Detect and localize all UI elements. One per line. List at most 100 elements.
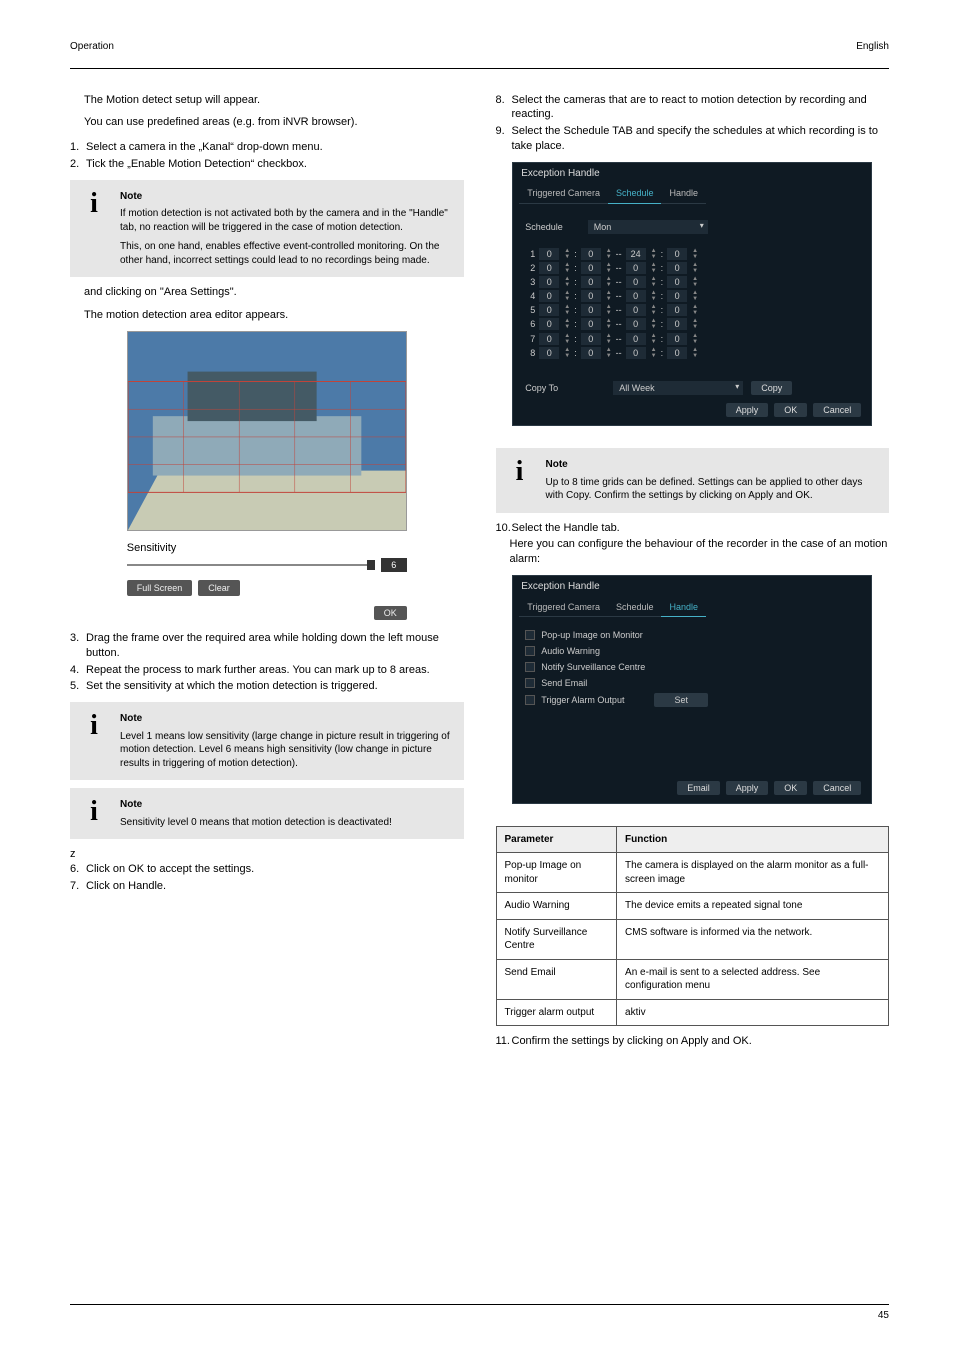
- sensitivity-label: Sensitivity: [127, 541, 407, 556]
- checkbox-audio[interactable]: [525, 646, 535, 656]
- chevron-down-icon: ▾: [735, 382, 739, 393]
- step1-num: 1.: [70, 140, 80, 155]
- note-2: i Note Level 1 means low sensitivity (la…: [70, 702, 464, 780]
- checkbox-notify[interactable]: [525, 662, 535, 672]
- info-icon: i: [82, 712, 106, 740]
- dlg2-tab-schedule[interactable]: Schedule: [608, 598, 662, 617]
- opt-audio: Audio Warning: [541, 645, 600, 657]
- left-column: The Motion detect setup will appear. You…: [70, 93, 464, 1052]
- note-4: i Note Up to 8 time grids can be defined…: [496, 448, 890, 513]
- note2-text: Level 1 means low sensitivity (large cha…: [120, 730, 452, 771]
- note3-label: Note: [120, 798, 452, 812]
- header-left: Operation: [70, 40, 114, 54]
- checkbox-email[interactable]: [525, 678, 535, 688]
- th-function: Function: [617, 826, 889, 853]
- table-row: Pop-up Image on monitorThe camera is dis…: [496, 853, 889, 893]
- dlg1-tab-triggered[interactable]: Triggered Camera: [519, 184, 608, 203]
- table-row: Trigger alarm outputaktiv: [496, 999, 889, 1026]
- note4-label: Note: [546, 458, 878, 472]
- function-table: Parameter Function Pop-up Image on monit…: [496, 826, 890, 1027]
- info-icon: i: [82, 190, 106, 218]
- intro-line-2: You can use predefined areas (e.g. from …: [84, 115, 464, 130]
- note1-text2: This, on one hand, enables effective eve…: [120, 240, 452, 267]
- info-icon: i: [508, 458, 532, 486]
- step7-text: Click on Handle.: [86, 879, 464, 894]
- info-icon: i: [82, 798, 106, 826]
- dlg1-tab-handle[interactable]: Handle: [661, 184, 706, 203]
- dlg1-title: Exception Handle: [513, 163, 871, 185]
- handle-intro: Here you can configure the behaviour of …: [510, 537, 890, 567]
- note2-label: Note: [120, 712, 452, 726]
- step9-num: 9.: [496, 124, 506, 139]
- dlg2-ok-button[interactable]: OK: [774, 781, 807, 795]
- step11-num: 11.: [496, 1034, 506, 1049]
- dlg2-email-button[interactable]: Email: [677, 781, 720, 795]
- copy-button[interactable]: Copy: [751, 381, 792, 395]
- note4-text: Up to 8 time grids can be defined. Setti…: [546, 476, 878, 503]
- area-settings-figure: [127, 331, 407, 531]
- set-button[interactable]: Set: [654, 693, 708, 707]
- step4-text: Repeat the process to mark further areas…: [86, 663, 464, 678]
- step3-num: 3.: [70, 631, 80, 646]
- step6-num: 6.: [70, 862, 80, 877]
- note1-label: Note: [120, 190, 452, 204]
- area-ok-button[interactable]: OK: [374, 606, 407, 620]
- clear-button[interactable]: Clear: [198, 580, 240, 596]
- step7-num: 7.: [70, 879, 80, 894]
- dlg2-tab-handle[interactable]: Handle: [661, 598, 706, 617]
- header-rule: [70, 68, 889, 69]
- dlg2-tab-triggered[interactable]: Triggered Camera: [519, 598, 608, 617]
- note-1: i Note If motion detection is not activa…: [70, 180, 464, 278]
- opt-notify: Notify Surveillance Centre: [541, 661, 645, 673]
- table-row: Audio WarningThe device emits a repeated…: [496, 893, 889, 920]
- step8-num: 8.: [496, 93, 506, 108]
- sensitivity-slider[interactable]: 6: [127, 558, 407, 572]
- step4-num: 4.: [70, 663, 80, 678]
- dlg1-cancel-button[interactable]: Cancel: [813, 403, 861, 417]
- dlg1-tab-schedule[interactable]: Schedule: [608, 184, 662, 203]
- step11-text: Confirm the settings by clicking on Appl…: [512, 1034, 890, 1049]
- th-parameter: Parameter: [496, 826, 617, 853]
- step6-prefix: z: [70, 847, 464, 862]
- dlg2-title: Exception Handle: [513, 576, 871, 598]
- step6-text: Click on OK to accept the settings.: [86, 862, 464, 877]
- copy-to-label: Copy To: [525, 382, 605, 394]
- checkbox-popup[interactable]: [525, 630, 535, 640]
- step5-num: 5.: [70, 679, 80, 694]
- opt-popup: Pop-up Image on Monitor: [541, 629, 643, 641]
- opt-trigger: Trigger Alarm Output: [541, 694, 624, 706]
- table-row: Send EmailAn e-mail is sent to a selecte…: [496, 959, 889, 999]
- full-screen-button[interactable]: Full Screen: [127, 580, 193, 596]
- dlg2-cancel-button[interactable]: Cancel: [813, 781, 861, 795]
- note3-text: Sensitivity level 0 means that motion de…: [120, 816, 452, 830]
- step5-text: Set the sensitivity at which the motion …: [86, 679, 464, 694]
- page-footer: 45: [70, 1304, 889, 1323]
- step8-text: Select the cameras that are to react to …: [512, 93, 890, 123]
- step10-num: 10.: [496, 521, 506, 536]
- dlg2-apply-button[interactable]: Apply: [726, 781, 769, 795]
- sensitivity-value: 6: [381, 558, 407, 572]
- step3-text: Drag the frame over the required area wh…: [86, 631, 464, 661]
- dlg1-ok-button[interactable]: OK: [774, 403, 807, 417]
- schedule-day-select[interactable]: Mon▾: [588, 220, 708, 234]
- schedule-grid: 10▲▼:0▲▼--24▲▼:0▲▼ 20▲▼:0▲▼--0▲▼:0▲▼ 30▲…: [525, 248, 859, 359]
- after-step2: and clicking on "Area Settings".: [84, 285, 464, 300]
- step2-text: Tick the „Enable Motion Detection“ check…: [86, 157, 464, 172]
- note1-text1: If motion detection is not activated bot…: [120, 207, 452, 234]
- dlg1-apply-button[interactable]: Apply: [726, 403, 769, 417]
- editor-line: The motion detection area editor appears…: [84, 308, 464, 323]
- copy-to-select[interactable]: All Week▾: [613, 381, 743, 395]
- handle-dialog-figure: Exception Handle Triggered Camera Schedu…: [512, 575, 872, 804]
- opt-email: Send Email: [541, 677, 587, 689]
- checkbox-trigger[interactable]: [525, 695, 535, 705]
- schedule-dialog-figure: Exception Handle Triggered Camera Schedu…: [512, 162, 872, 426]
- step2-num: 2.: [70, 157, 80, 172]
- intro-line-1: The Motion detect setup will appear.: [84, 93, 464, 108]
- table-row: Notify Surveillance CentreCMS software i…: [496, 919, 889, 959]
- right-column: 8. Select the cameras that are to react …: [496, 93, 890, 1052]
- step9-text: Select the Schedule TAB and specify the …: [512, 124, 890, 154]
- note-3: i Note Sensitivity level 0 means that mo…: [70, 788, 464, 839]
- header-right: English: [856, 40, 889, 54]
- step1-text: Select a camera in the „Kanal“ drop-down…: [86, 140, 464, 155]
- chevron-down-icon: ▾: [700, 221, 704, 232]
